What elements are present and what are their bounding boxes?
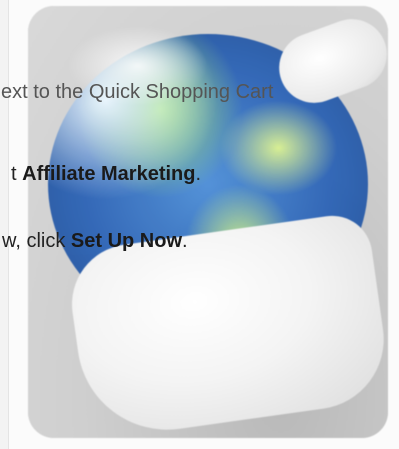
set-up-now-label: Set Up Now	[70, 230, 183, 252]
affiliate-marketing-label: Affiliate Marketing	[22, 163, 196, 185]
instruction-line-3: w, click Set Up Now.	[2, 230, 188, 252]
instruction-line-2: t Affiliate Marketing.	[11, 163, 202, 185]
help-article-frame: ext to the Quick Shopping Cart t Affilia…	[0, 0, 399, 449]
instruction-text: ext to the Quick Shopping Cart t Affilia…	[0, 0, 399, 449]
instruction-line-1: ext to the Quick Shopping Cart	[1, 81, 274, 103]
